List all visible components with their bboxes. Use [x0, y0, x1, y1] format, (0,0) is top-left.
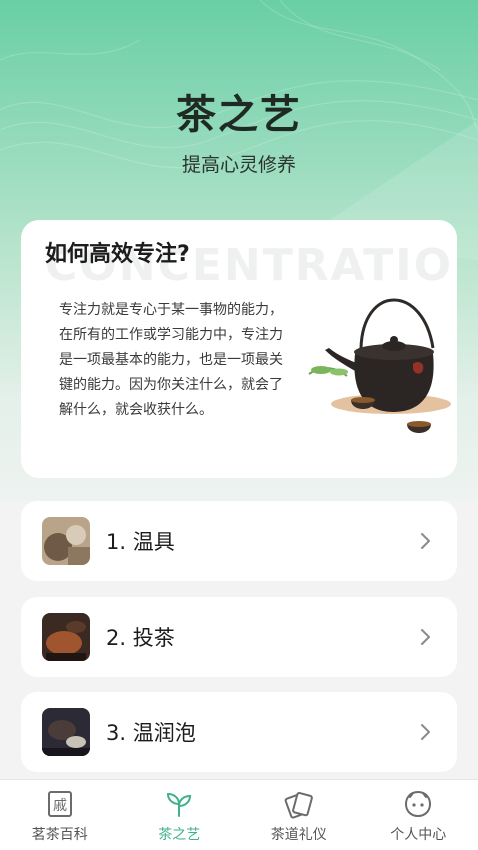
page-subtitle: 提高心灵修养: [181, 154, 296, 176]
tab-tea-etiquette[interactable]: 茶道礼仪: [239, 780, 359, 850]
sprout-icon: [167, 792, 192, 817]
step-label: 1. 温具: [106, 530, 175, 554]
tab-label: 个人中心: [390, 827, 447, 843]
page-title: 茶之艺: [176, 92, 302, 138]
step-label: 2. 投茶: [106, 626, 175, 650]
tab-label: 茗茶百科: [31, 827, 88, 843]
step-item-warm-rinse[interactable]: 3. 温润泡: [21, 692, 457, 772]
feature-card[interactable]: CONCENTRATION 如何高效专注? 专注力就是专心于某一事物的能力，在所…: [21, 220, 457, 478]
feature-title: 如何高效专注?: [45, 242, 190, 267]
chevron-right-icon: [421, 629, 430, 645]
step-thumbnail: [42, 517, 90, 565]
teapot-illustration: [308, 298, 451, 433]
step-item-warm-utensils[interactable]: 1. 温具: [21, 501, 457, 581]
bottom-tab-bar: 戚 茗茶百科 茶之艺 茶道礼仪 个人中心: [0, 779, 478, 850]
tab-tea-encyclopedia[interactable]: 戚 茗茶百科: [0, 780, 120, 850]
step-label: 3. 温润泡: [106, 721, 196, 745]
tab-label: 茶之艺: [158, 827, 201, 843]
chevron-right-icon: [421, 724, 430, 740]
step-item-add-tea[interactable]: 2. 投茶: [21, 597, 457, 677]
face-icon: [405, 790, 432, 818]
feature-body: 专注力就是专心于某一事物的能力，在所有的工作或学习能力中，专注力是一项最基本的能…: [59, 302, 283, 418]
step-thumbnail: [42, 613, 90, 661]
chevron-right-icon: [421, 533, 430, 549]
cards-icon: [284, 791, 313, 819]
book-icon: 戚: [47, 791, 72, 817]
tab-label: 茶道礼仪: [270, 827, 327, 843]
svg-text:戚: 戚: [53, 798, 67, 814]
tab-tea-art[interactable]: 茶之艺: [120, 780, 240, 850]
tab-profile[interactable]: 个人中心: [359, 780, 478, 850]
step-thumbnail: [42, 708, 90, 756]
